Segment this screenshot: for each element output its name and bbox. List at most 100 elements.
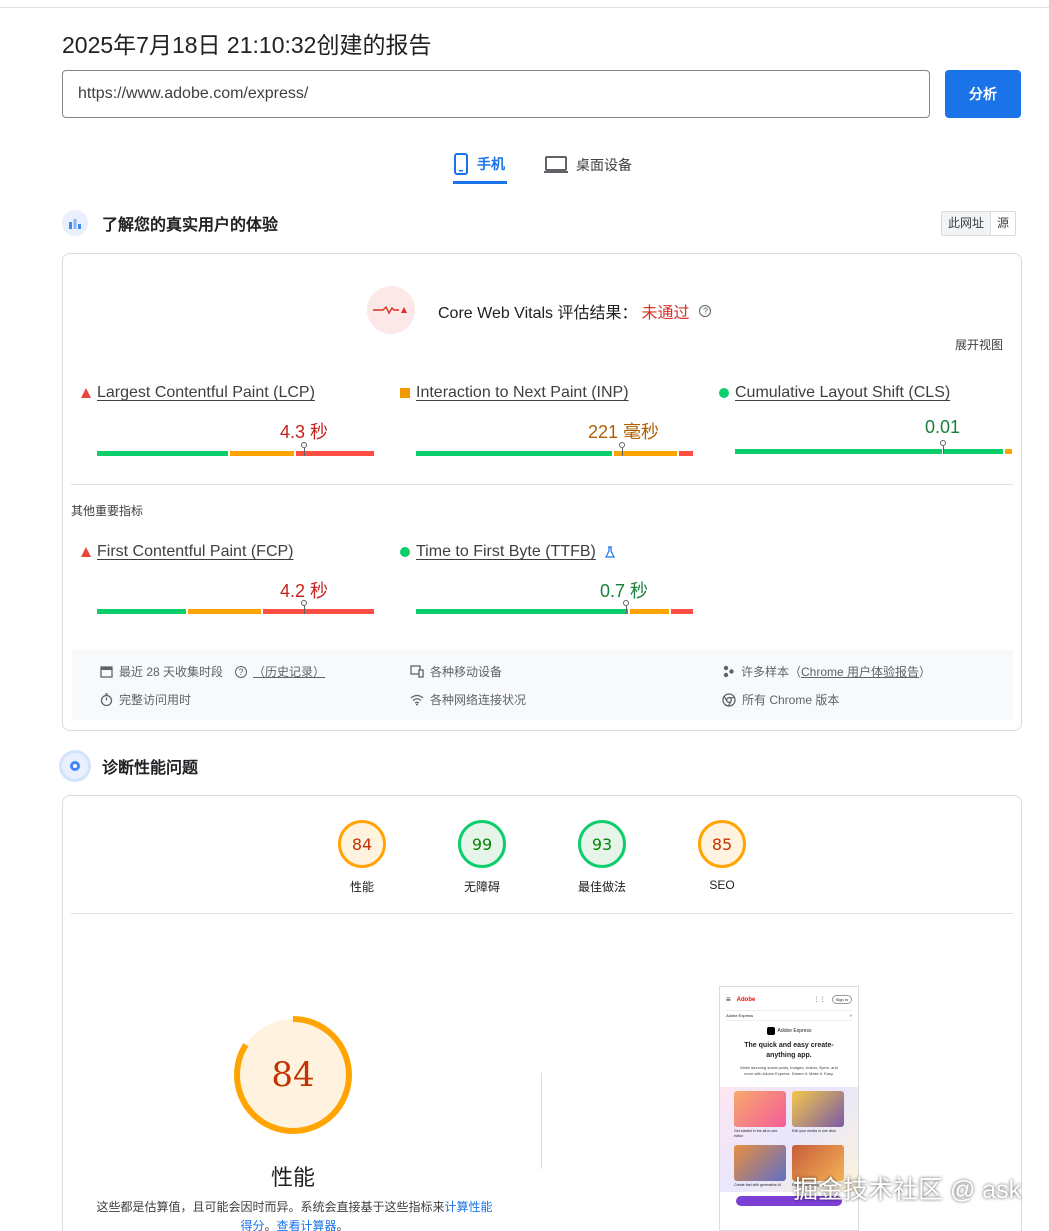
calendar-icon	[100, 666, 113, 678]
top-divider	[0, 7, 1049, 8]
cwv-label: Core Web Vitals 评估结果：	[438, 305, 638, 322]
performance-big-score: 84	[271, 1055, 315, 1095]
devices-icon	[410, 665, 424, 678]
info-samples-prefix: 许多样本（	[741, 665, 802, 679]
metric-ttfb-marker	[623, 600, 629, 614]
metric-inp: Interaction to Next Paint (INP)	[400, 384, 680, 402]
gauge-performance-score: 84	[338, 820, 386, 868]
screenshot-app-name: Adobe Express	[777, 1028, 812, 1034]
gauge-seo[interactable]: 85 SEO	[672, 820, 772, 892]
gauge-accessibility-score: 99	[458, 820, 506, 868]
metric-inp-name[interactable]: Interaction to Next Paint (INP)	[416, 384, 629, 402]
info-samples: 许多样本（ Chrome 用户体验报告）	[722, 663, 931, 680]
diagnose-icon	[62, 753, 88, 779]
experimental-flask-icon	[604, 546, 615, 558]
cwv-assessment: Core Web Vitals 评估结果： 未通过 ?	[438, 299, 712, 323]
metric-fcp-bar	[97, 600, 374, 614]
chevron-down-icon: ˅	[849, 1013, 852, 1018]
toggle-this-url[interactable]: 此网址	[942, 212, 992, 235]
help-icon[interactable]: ?	[699, 305, 712, 317]
screenshot-card-1: Get started in the all-in-one editor	[734, 1091, 786, 1139]
diagnose-section-header: 诊断性能问题	[62, 753, 198, 779]
metric-ttfb: Time to First Byte (TTFB)	[400, 543, 700, 561]
diagnose-card	[62, 795, 1022, 1231]
info-network-text: 各种网络连接状况	[430, 693, 527, 707]
info-chrome: 所有 Chrome 版本	[722, 691, 839, 708]
screenshot-brand: Adobe	[736, 996, 756, 1003]
url-input[interactable]: https://www.adobe.com/express/	[62, 70, 930, 118]
metric-lcp-marker	[301, 442, 307, 456]
desktop-icon	[544, 156, 568, 173]
metric-inp-marker	[619, 442, 625, 456]
origin-toggle[interactable]: 此网址 源	[941, 211, 1017, 236]
average-square-icon	[400, 388, 410, 398]
tab-mobile-label: 手机	[477, 155, 505, 172]
metrics-divider	[71, 484, 1013, 485]
performance-title: 性能	[270, 1165, 315, 1190]
diagnose-section-title: 诊断性能问题	[102, 760, 199, 777]
collection-info-box	[72, 650, 1013, 720]
metric-lcp-name[interactable]: Largest Contentful Paint (LCP)	[97, 384, 315, 402]
toggle-origin[interactable]: 源	[991, 212, 1015, 235]
samples-icon	[723, 665, 734, 678]
gauge-performance[interactable]: 84 性能	[312, 820, 412, 895]
perf-desc-text: 这些都是估算值，且可能会因时而异。系统会直接基于这些指标来	[96, 1200, 445, 1214]
metric-fcp-name[interactable]: First Contentful Paint (FCP)	[97, 543, 294, 561]
metric-cls-bar	[735, 440, 1012, 454]
history-link[interactable]: （历史记录）	[253, 663, 325, 680]
metric-fcp: First Contentful Paint (FCP)	[81, 543, 361, 561]
poor-triangle-icon	[81, 547, 91, 557]
cwv-status: 未通过	[641, 305, 690, 322]
gauge-accessibility[interactable]: 99 无障碍	[432, 820, 532, 895]
help-icon[interactable]: ?	[235, 665, 248, 678]
tab-desktop[interactable]: 桌面设备	[544, 146, 632, 184]
info-network: 各种网络连接状况	[410, 691, 526, 708]
info-period: 最近 28 天收集时段 ? （历史记录）	[100, 663, 325, 680]
timer-icon	[100, 693, 113, 706]
metric-inp-value: 221 毫秒	[588, 422, 660, 442]
metric-ttfb-name[interactable]: Time to First Byte (TTFB)	[416, 543, 596, 561]
gauge-performance-label: 性能	[349, 880, 374, 894]
analyze-button[interactable]: 分析	[945, 70, 1021, 118]
good-circle-icon	[400, 547, 410, 557]
phone-icon	[454, 152, 468, 175]
perf-desc-sep: 。	[264, 1219, 277, 1231]
poor-triangle-icon	[81, 388, 91, 398]
crux-report-link[interactable]: Chrome 用户体验报告	[801, 663, 919, 680]
metric-ttfb-value: 0.7 秒	[600, 581, 649, 601]
screenshot-body: Make stunning social posts, images, vide…	[740, 1065, 838, 1076]
cwv-fail-icon	[367, 286, 415, 334]
info-samples-suffix: ）	[919, 665, 932, 679]
wifi-icon	[410, 694, 424, 705]
screenshot-headline: The quick and easy create-anything app.	[744, 1042, 834, 1059]
metric-inp-bar	[416, 442, 693, 456]
gauge-best-practices-score: 93	[578, 820, 626, 868]
metric-ttfb-bar	[416, 600, 693, 614]
screenshot-nav: Adobe Express	[726, 1013, 754, 1018]
gauges-divider	[71, 913, 1013, 914]
gauge-best-practices[interactable]: 93 最佳做法	[552, 820, 652, 895]
metric-lcp: Largest Contentful Paint (LCP)	[81, 384, 361, 402]
info-visits: 完整访问用时	[100, 691, 191, 708]
screenshot-signin: Sign in	[831, 995, 852, 1004]
watermark-text: 掘金技术社区 @ ask	[793, 1176, 1022, 1204]
screenshot-card-2: Edit your media in one click	[792, 1091, 844, 1139]
perf-desc-end: 。	[336, 1219, 349, 1231]
metric-lcp-bar	[97, 442, 374, 456]
vertical-divider	[541, 1073, 542, 1169]
gauge-accessibility-label: 无障碍	[463, 880, 500, 894]
metric-lcp-value: 4.3 秒	[280, 422, 329, 442]
metric-cls-name[interactable]: Cumulative Layout Shift (CLS)	[735, 384, 950, 402]
performance-description: 这些都是估算值，且可能会因时而异。系统会直接基于这些指标来计算性能得分。查看计算…	[92, 1198, 497, 1231]
tab-mobile[interactable]: 手机	[453, 146, 507, 184]
chrome-icon	[722, 692, 736, 707]
field-section-header: 了解您的真实用户的体验	[62, 210, 278, 236]
gauge-best-practices-label: 最佳做法	[577, 880, 626, 894]
expand-view-link[interactable]: 展开视图	[955, 336, 1003, 353]
tab-desktop-label: 桌面设备	[576, 157, 632, 173]
info-visits-text: 完整访问用时	[119, 693, 192, 707]
info-devices-text: 各种移动设备	[430, 665, 503, 679]
gauge-seo-label: SEO	[709, 878, 735, 892]
metric-fcp-marker	[301, 600, 307, 614]
calculator-link[interactable]: 查看计算器	[277, 1219, 337, 1231]
